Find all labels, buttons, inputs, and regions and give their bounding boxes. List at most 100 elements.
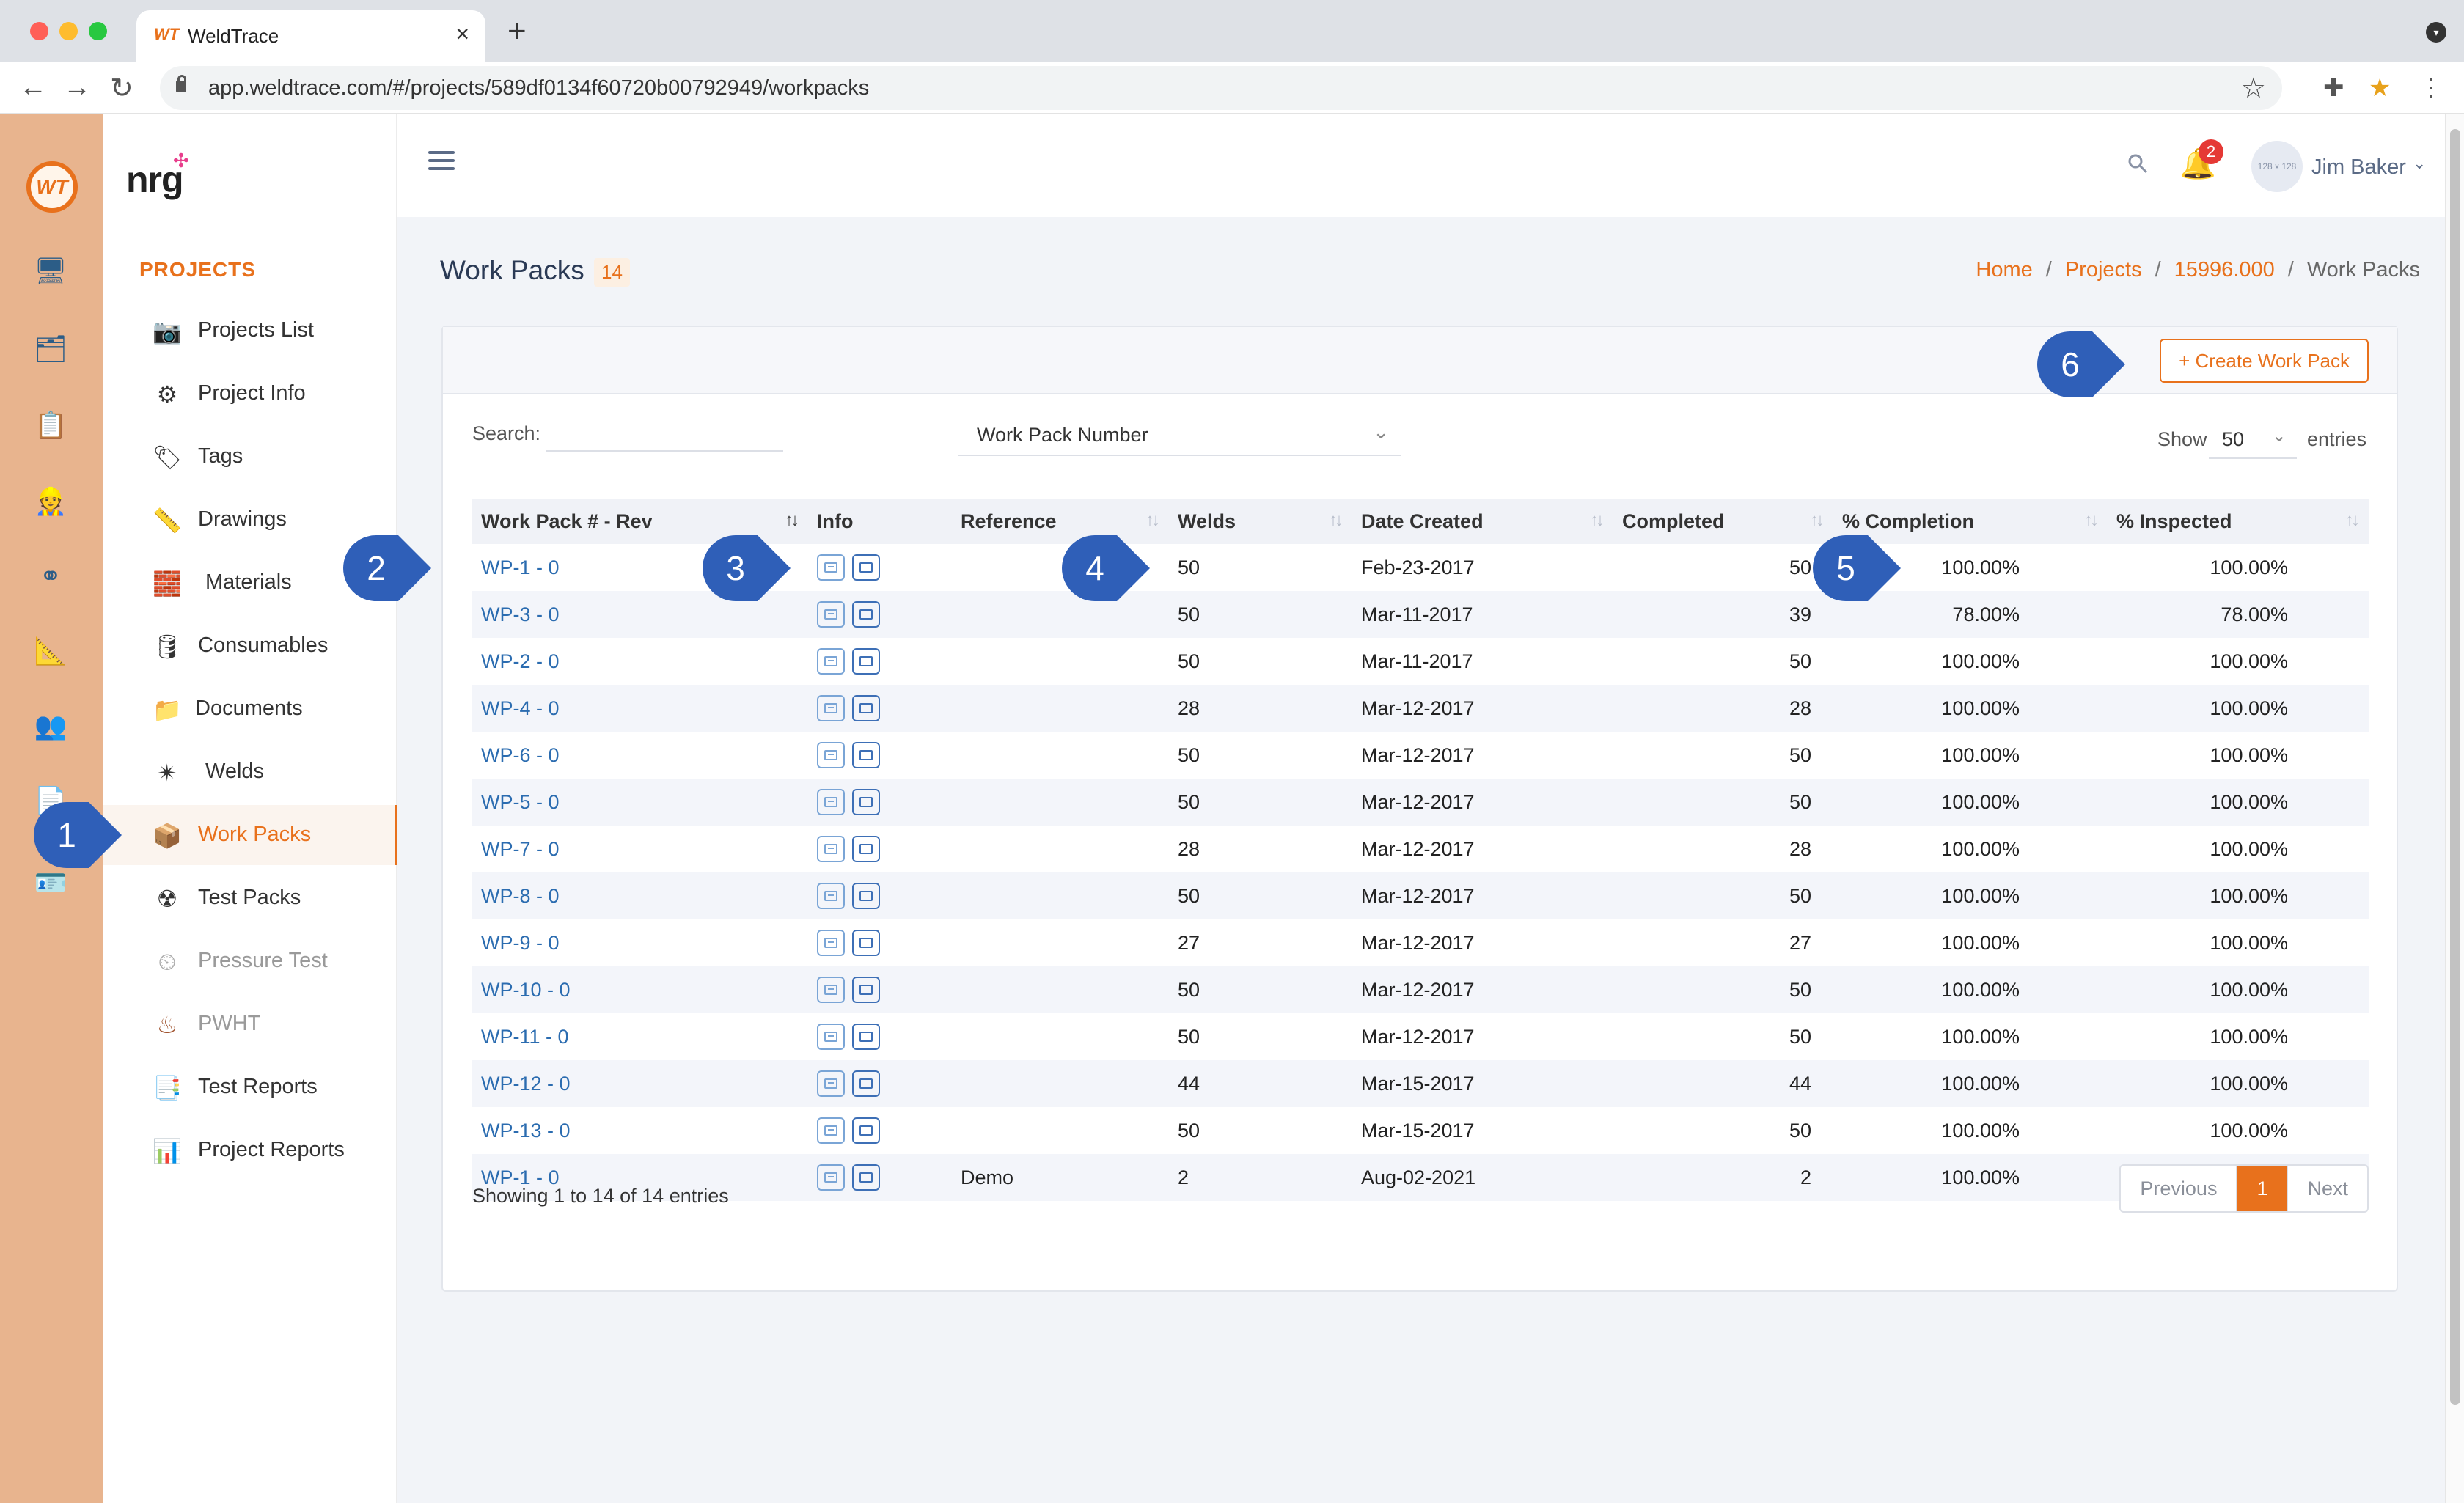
new-tab-button[interactable]: + <box>507 13 527 50</box>
column-header-welds[interactable]: Welds ↑↓ <box>1169 499 1352 544</box>
column-header-completed[interactable]: Completed ↑↓ <box>1613 499 1833 544</box>
sidebar-item-documents[interactable]: 📁 Documents <box>103 679 397 739</box>
browser-tab[interactable]: WT WeldTrace × <box>136 10 485 62</box>
work-pack-link[interactable]: WP-11 - 0 <box>472 1013 808 1060</box>
next-page-button[interactable]: Next <box>2288 1166 2367 1211</box>
page-button-current[interactable]: 1 <box>2236 1166 2289 1211</box>
breadcrumb-project[interactable]: 15996.000 <box>2174 258 2275 282</box>
work-pack-link[interactable]: WP-8 - 0 <box>472 872 808 919</box>
search-field-select[interactable]: Work Pack Number ⌄ <box>958 412 1401 456</box>
sidebar-item-test-reports[interactable]: 📑 Test Reports <box>103 1057 397 1117</box>
print-icon[interactable] <box>852 1024 880 1050</box>
work-pack-link[interactable]: WP-10 - 0 <box>472 966 808 1013</box>
badge-icon[interactable]: 🪪 <box>29 862 72 903</box>
sidebar-item-tags[interactable]: 🏷 Tags <box>103 427 397 487</box>
create-work-pack-button[interactable]: + Create Work Pack <box>2160 339 2369 383</box>
print-icon[interactable] <box>852 1164 880 1191</box>
sidebar-item-project-reports[interactable]: 📊 Project Reports <box>103 1120 397 1180</box>
work-pack-link[interactable]: WP-2 - 0 <box>472 638 808 685</box>
info-icon[interactable] <box>817 601 845 628</box>
sidebar-item-test-packs[interactable]: ☢ Test Packs <box>103 868 397 928</box>
table-row[interactable]: WP-2 - 0 50 Mar-11-2017 50 100.00% 100.00% <box>472 638 2369 685</box>
work-pack-link[interactable]: WP-12 - 0 <box>472 1060 808 1107</box>
info-icon[interactable] <box>817 1117 845 1144</box>
work-pack-link[interactable]: WP-9 - 0 <box>472 919 808 966</box>
print-icon[interactable] <box>852 836 880 862</box>
print-icon[interactable] <box>852 695 880 721</box>
welder-icon[interactable]: 👷 <box>29 481 72 522</box>
hamburger-menu-icon[interactable] <box>428 151 455 173</box>
folder-gear-icon[interactable]: 🗂 <box>29 328 72 370</box>
info-icon[interactable] <box>817 836 845 862</box>
sidebar-item-welds[interactable]: ✴ Welds <box>103 742 397 802</box>
search-icon[interactable] <box>2127 152 2149 174</box>
close-window-button[interactable] <box>30 22 48 40</box>
extensions-puzzle-icon[interactable]: ✚ <box>2323 73 2344 103</box>
tab-search-icon[interactable]: ▾ <box>2426 22 2446 43</box>
work-pack-link[interactable]: WP-5 - 0 <box>472 779 808 826</box>
print-icon[interactable] <box>852 742 880 768</box>
info-icon[interactable] <box>817 1070 845 1097</box>
info-icon[interactable] <box>817 1164 845 1191</box>
sidebar-item-projects-list[interactable]: 📷 Projects List <box>103 301 397 361</box>
print-icon[interactable] <box>852 554 880 581</box>
minimize-window-button[interactable] <box>59 22 78 40</box>
column-header-inspected[interactable]: % Inspected ↑↓ <box>2108 499 2369 544</box>
info-icon[interactable] <box>817 648 845 675</box>
table-row[interactable]: WP-7 - 0 28 Mar-12-2017 28 100.00% 100.00% <box>472 826 2369 872</box>
sidebar-item-pressure-test[interactable]: ⏲ Pressure Test <box>103 931 397 991</box>
info-icon[interactable] <box>817 695 845 721</box>
page-scrollbar[interactable] <box>2445 114 2464 1503</box>
team-icon[interactable]: 👥 <box>29 705 72 746</box>
work-pack-link[interactable]: WP-7 - 0 <box>472 826 808 872</box>
print-icon[interactable] <box>852 1070 880 1097</box>
table-row[interactable]: WP-8 - 0 50 Mar-12-2017 50 100.00% 100.00% <box>472 872 2369 919</box>
sidebar-item-pwht[interactable]: ♨ PWHT <box>103 994 397 1054</box>
table-row[interactable]: WP-5 - 0 50 Mar-12-2017 50 100.00% 100.00% <box>472 779 2369 826</box>
previous-page-button[interactable]: Previous <box>2121 1166 2237 1211</box>
column-header-date-created[interactable]: Date Created ↑↓ <box>1352 499 1613 544</box>
info-icon[interactable] <box>817 554 845 581</box>
blueprint-icon[interactable]: 📐 <box>29 631 72 672</box>
avatar[interactable]: 128 x 128 <box>2251 141 2303 192</box>
table-row[interactable]: WP-13 - 0 50 Mar-15-2017 50 100.00% 100.00% <box>472 1107 2369 1154</box>
sidebar-item-work-packs[interactable]: 📦 Work Packs <box>103 805 397 865</box>
page-length-select[interactable]: 50 ⌄ <box>2209 416 2297 459</box>
info-icon[interactable] <box>817 977 845 1003</box>
search-input[interactable] <box>546 415 783 452</box>
print-icon[interactable] <box>852 648 880 675</box>
print-icon[interactable] <box>852 977 880 1003</box>
table-row[interactable]: WP-1 - 0Demo2Aug-02-20212100.00%0.00% <box>472 1154 2369 1201</box>
profile-extension-icon[interactable]: ★ <box>2369 73 2391 103</box>
browser-menu-icon[interactable]: ⋮ <box>2419 73 2443 103</box>
info-icon[interactable] <box>817 930 845 956</box>
weldtrace-logo[interactable]: WT <box>26 161 78 213</box>
print-icon[interactable] <box>852 601 880 628</box>
breadcrumb-home[interactable]: Home <box>1976 258 2032 282</box>
sidebar-item-project-info[interactable]: ⚙ Project Info <box>103 364 397 424</box>
info-icon[interactable] <box>817 742 845 768</box>
reload-icon[interactable]: ↻ <box>110 72 133 105</box>
table-row[interactable]: WP-10 - 0 50 Mar-12-2017 50 100.00% 100.00% <box>472 966 2369 1013</box>
bookmark-star-icon[interactable]: ☆ <box>2241 72 2266 105</box>
info-icon[interactable] <box>817 789 845 815</box>
info-icon[interactable] <box>817 883 845 909</box>
print-icon[interactable] <box>852 930 880 956</box>
maximize-window-button[interactable] <box>89 22 107 40</box>
work-pack-link[interactable]: WP-13 - 0 <box>472 1107 808 1154</box>
info-icon[interactable] <box>817 1024 845 1050</box>
print-icon[interactable] <box>852 789 880 815</box>
print-icon[interactable] <box>852 883 880 909</box>
scrollbar-thumb[interactable] <box>2450 129 2460 1405</box>
table-row[interactable]: WP-11 - 0 50 Mar-12-2017 50 100.00% 100.00% <box>472 1013 2369 1060</box>
tab-close-icon[interactable]: × <box>455 21 469 48</box>
monitor-icon[interactable]: 🖥 <box>29 251 72 292</box>
breadcrumb-projects[interactable]: Projects <box>2065 258 2142 282</box>
org-chart-icon[interactable]: ⚭ <box>29 556 72 597</box>
table-row[interactable]: WP-9 - 0 27 Mar-12-2017 27 100.00% 100.00% <box>472 919 2369 966</box>
forward-icon[interactable]: → <box>63 72 91 103</box>
table-row[interactable]: WP-4 - 0 28 Mar-12-2017 28 100.00% 100.00% <box>472 685 2369 732</box>
table-row[interactable]: WP-6 - 0 50 Mar-12-2017 50 100.00% 100.00% <box>472 732 2369 779</box>
clipboard-gear-icon[interactable]: 📋 <box>29 405 72 446</box>
table-row[interactable]: WP-12 - 0 44 Mar-15-2017 44 100.00% 100.00% <box>472 1060 2369 1107</box>
